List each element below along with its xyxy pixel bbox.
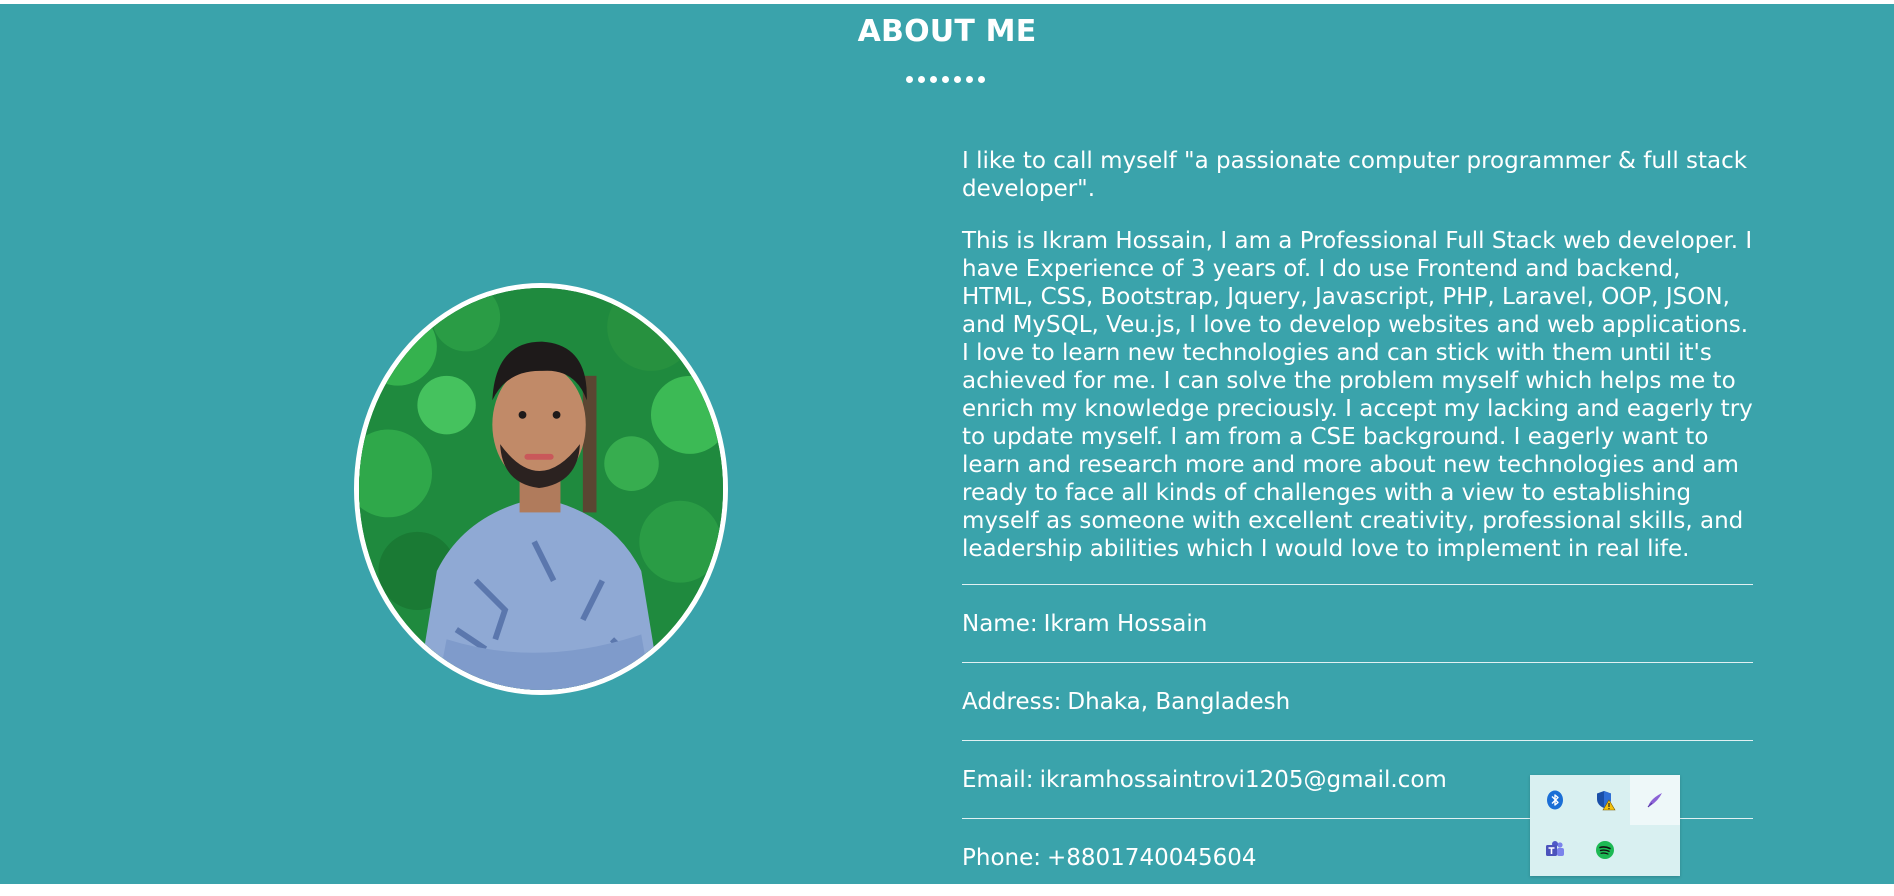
info-label: Phone:: [962, 844, 1041, 871]
title-divider-dots: [906, 76, 994, 84]
info-label: Name:: [962, 610, 1038, 637]
info-row-address: Address: Dhaka, Bangladesh: [962, 662, 1753, 740]
info-value: ikramhossaintrovi1205@gmail.com: [1039, 766, 1447, 793]
spotify-icon[interactable]: [1580, 825, 1630, 875]
info-label: Address:: [962, 688, 1062, 715]
teams-icon[interactable]: [1530, 825, 1580, 875]
divider-dot: [918, 76, 925, 83]
bluetooth-icon[interactable]: [1530, 775, 1580, 825]
about-section: ABOUT ME I like to call myself "a passio…: [0, 4, 1894, 884]
profile-photo: [354, 283, 728, 695]
pen-icon[interactable]: [1630, 775, 1680, 825]
info-value: Dhaka, Bangladesh: [1067, 688, 1291, 715]
info-value: +8801740045604: [1047, 844, 1257, 871]
divider-dot: [930, 76, 937, 83]
divider-dot: [906, 76, 913, 83]
about-intro: I like to call myself "a passionate comp…: [962, 148, 1748, 202]
profile-photo-illustration: [359, 288, 723, 690]
security-warning-icon[interactable]: [1580, 775, 1630, 825]
info-row-name: Name: Ikram Hossain: [962, 584, 1753, 662]
divider-dot: [966, 76, 973, 83]
about-bio: This is Ikram Hossain, I am a Profession…: [962, 228, 1753, 562]
divider-dot: [954, 76, 961, 83]
info-value: Ikram Hossain: [1043, 610, 1208, 637]
section-title: ABOUT ME: [857, 14, 1037, 49]
divider-dot: [942, 76, 949, 83]
divider-dot: [978, 76, 985, 83]
info-label: Email:: [962, 766, 1034, 793]
about-text: I like to call myself "a passionate comp…: [962, 147, 1757, 587]
system-tray-overflow: [1530, 775, 1680, 876]
